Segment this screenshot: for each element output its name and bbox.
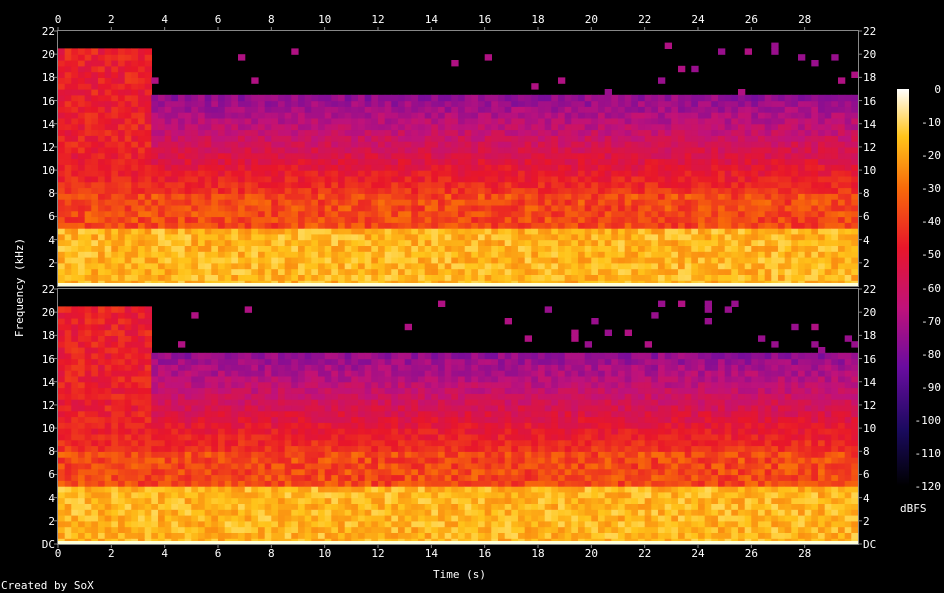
y-tick-label-left: DC <box>41 538 55 551</box>
y-tick-label-left: 12 <box>41 398 55 412</box>
y-tick-label-right: 20 <box>863 48 877 62</box>
y-tick-label-right: 18 <box>863 329 877 343</box>
x-tick-label-bottom: 0 <box>54 547 62 560</box>
colorbar-tick-label: -60 <box>921 281 941 295</box>
x-tick-label-bottom: 26 <box>744 547 758 560</box>
colorbar-tick-label: -120 <box>914 480 942 493</box>
x-tick-label-top: 22 <box>638 13 652 26</box>
y-tick-label-left: 12 <box>41 140 55 154</box>
x-tick-label-bottom: 4 <box>161 547 168 560</box>
y-axis-label: Frequency (kHz) <box>13 237 27 338</box>
x-tick-label-bottom: 28 <box>798 547 812 560</box>
x-tick-label-bottom: 22 <box>638 547 652 560</box>
x-tick-label-bottom: 2 <box>108 547 115 560</box>
y-tick-label-left: 22 <box>41 25 55 38</box>
y-tick-label-right: 8 <box>863 187 870 201</box>
colorbar-tick-label: -50 <box>921 248 941 262</box>
colorbar-label: dBFS <box>900 502 927 515</box>
y-tick-label-left: 10 <box>41 164 55 178</box>
colorbar-tick-label: -70 <box>921 314 941 328</box>
y-tick-label-right: 8 <box>863 445 870 459</box>
y-tick-label-left: 16 <box>41 352 55 366</box>
y-tick-label-left: 4 <box>48 491 55 505</box>
y-tick-label-right: DC <box>863 538 877 551</box>
y-tick-label-left: 6 <box>48 468 55 482</box>
y-tick-label-left: 6 <box>48 210 55 224</box>
y-tick-label-right: 12 <box>863 140 877 154</box>
x-tick-label-bottom: 12 <box>371 547 385 560</box>
x-tick-label-top: 20 <box>584 13 598 26</box>
y-tick-label-left: 2 <box>48 514 55 528</box>
y-tick-label-left: 20 <box>41 306 55 320</box>
y-tick-label-right: 10 <box>863 422 877 436</box>
colorbar-tick-label: -40 <box>921 215 941 229</box>
x-tick-label-bottom: 10 <box>318 547 332 560</box>
x-tick-label-top: 18 <box>531 13 545 26</box>
colorbar-tick-label: -20 <box>921 149 941 163</box>
colorbar-tick-label: -110 <box>914 446 942 460</box>
y-tick-label-right: 10 <box>863 164 877 178</box>
y-tick-label-left: 4 <box>48 233 55 247</box>
x-tick-label-top: 10 <box>318 13 332 26</box>
x-tick-label-bottom: 6 <box>214 547 222 560</box>
spectrogram-chart <box>54 27 909 548</box>
x-tick-label-bottom: 14 <box>424 547 438 560</box>
credit-text: Created by SoX <box>1 579 94 592</box>
x-tick-label-top: 2 <box>108 13 115 26</box>
x-tick-label-top: 16 <box>478 13 492 26</box>
y-tick-label-left: 18 <box>41 329 55 343</box>
y-tick-label-right: 14 <box>863 375 877 389</box>
x-tick-label-top: 28 <box>798 13 812 26</box>
y-tick-label-right: 4 <box>863 233 870 247</box>
x-tick-label-bottom: 18 <box>531 547 545 560</box>
x-tick-label-top: 6 <box>214 13 222 26</box>
y-tick-label-right: 14 <box>863 117 877 131</box>
y-tick-label-left: 10 <box>41 422 55 436</box>
colorbar-tick-label: -10 <box>921 116 941 130</box>
y-tick-label-left: 18 <box>41 71 55 85</box>
colorbar-tick-label: 0 <box>934 83 941 96</box>
colorbar-tick-label: -100 <box>914 413 942 427</box>
y-tick-label-right: 4 <box>863 491 870 505</box>
y-tick-label-left: 14 <box>41 117 55 131</box>
x-tick-label-top: 24 <box>691 13 705 26</box>
y-tick-label-right: 18 <box>863 71 877 85</box>
colorbar-tick-label: -90 <box>921 380 941 394</box>
colorbar-tick-label: -30 <box>921 182 941 196</box>
y-tick-label-left: 14 <box>41 375 55 389</box>
x-tick-label-bottom: 8 <box>268 547 275 560</box>
x-tick-label-top: 0 <box>54 13 62 26</box>
spectrogram-channel-1 <box>58 31 859 287</box>
x-tick-label-bottom: 16 <box>478 547 492 560</box>
y-tick-label-left: 2 <box>48 256 55 270</box>
y-tick-label-left: 16 <box>41 94 55 108</box>
x-tick-label-bottom: 20 <box>584 547 598 560</box>
x-tick-label-top: 14 <box>424 13 438 26</box>
y-tick-label-left: 8 <box>48 187 55 201</box>
y-tick-label-right: 22 <box>863 25 877 38</box>
colorbar <box>897 89 909 486</box>
x-tick-label-top: 26 <box>744 13 758 26</box>
x-tick-label-bottom: 24 <box>691 547 705 560</box>
y-tick-label-left: 22 <box>41 283 55 296</box>
y-tick-label-right: 6 <box>863 468 870 482</box>
y-tick-label-right: 2 <box>863 514 870 528</box>
spectrogram-channel-2 <box>58 289 859 545</box>
y-tick-label-right: 12 <box>863 398 877 412</box>
colorbar-tick-label: -80 <box>921 347 941 361</box>
x-axis-label: Time (s) <box>433 568 486 581</box>
x-tick-label-top: 12 <box>371 13 385 26</box>
y-tick-label-right: 2 <box>863 256 870 270</box>
y-tick-label-right: 6 <box>863 210 870 224</box>
x-tick-label-top: 8 <box>268 13 275 26</box>
x-tick-label-top: 4 <box>161 13 168 26</box>
y-tick-label-right: 16 <box>863 352 877 366</box>
y-tick-label-right: 20 <box>863 306 877 320</box>
y-tick-label-left: 20 <box>41 48 55 62</box>
y-tick-label-right: 16 <box>863 94 877 108</box>
y-tick-label-right: 22 <box>863 283 877 296</box>
y-tick-label-left: 8 <box>48 445 55 459</box>
